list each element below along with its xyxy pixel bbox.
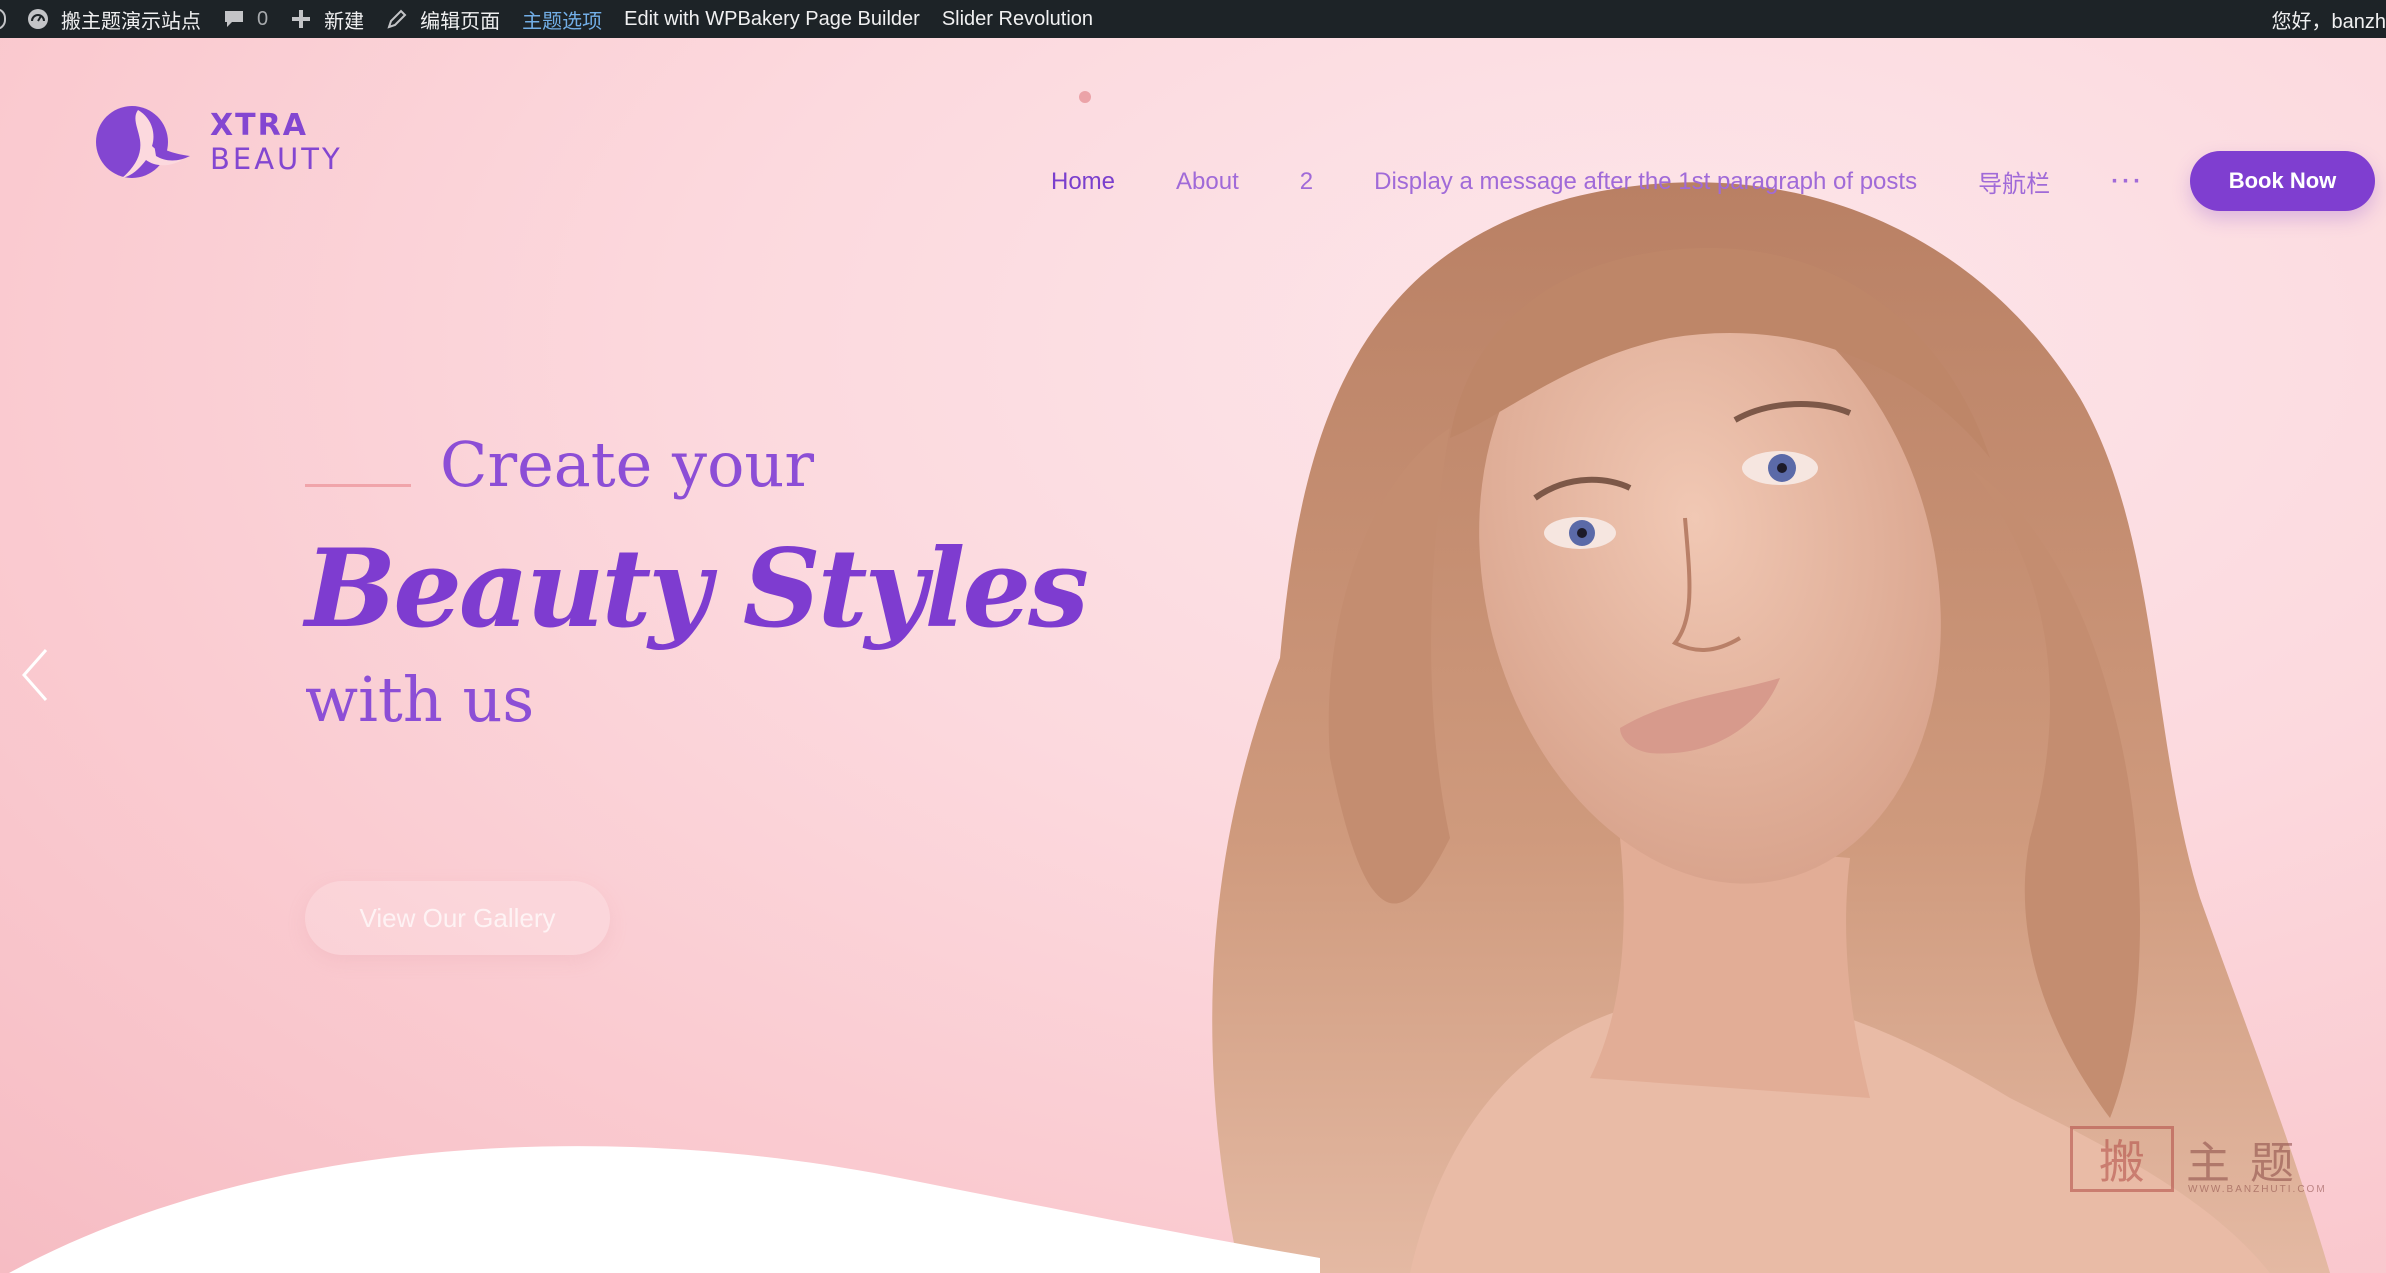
- main-navigation: Home About 2 Display a message after the…: [1051, 164, 2144, 199]
- nav-item-2[interactable]: 2: [1300, 168, 1313, 196]
- headline-accent-line: [305, 484, 411, 487]
- nav-active-dot: [1079, 91, 1091, 103]
- site-logo[interactable]: XTRA BEAUTY: [92, 100, 343, 184]
- admin-new[interactable]: 新建: [279, 0, 375, 38]
- pencil-icon: [386, 8, 408, 30]
- admin-edit-page[interactable]: 编辑页面: [375, 0, 511, 38]
- wpbakery-label: Edit with WPBakery Page Builder: [624, 7, 920, 30]
- nav-item-display-message[interactable]: Display a message after the 1st paragrap…: [1374, 168, 1917, 196]
- logo-wordmark: XTRA BEAUTY: [210, 107, 343, 176]
- dashboard-gauge-icon: [27, 8, 49, 30]
- wp-logo-icon[interactable]: [0, 8, 6, 30]
- comment-bubble-icon: [223, 8, 245, 30]
- hero-line-2: Beauty Styles: [305, 526, 1089, 652]
- watermark-char: 搬: [2070, 1126, 2174, 1192]
- woman-silhouette-logo-icon: [96, 106, 190, 178]
- watermark-url: WWW.BANZHUTI.COM: [2188, 1184, 2327, 1195]
- slider-prev-arrow-icon[interactable]: [18, 646, 54, 704]
- admin-wpbakery[interactable]: Edit with WPBakery Page Builder: [613, 0, 931, 38]
- view-gallery-button[interactable]: View Our Gallery: [305, 881, 610, 955]
- admin-comments[interactable]: 0: [212, 0, 279, 38]
- admin-account[interactable]: 您好，banzh: [2261, 0, 2386, 38]
- hero-slider: XTRA BEAUTY Home About 2 Display a messa…: [0, 38, 2386, 1273]
- hero-line-1: Create your: [440, 428, 814, 501]
- admin-site-name[interactable]: 搬主题演示站点: [16, 0, 212, 38]
- new-label: 新建: [324, 10, 365, 33]
- bottom-wave-shape: [9, 1146, 1320, 1273]
- nav-item-about[interactable]: About: [1176, 168, 1239, 196]
- book-now-button[interactable]: Book Now: [2190, 151, 2375, 211]
- site-name-label: 搬主题演示站点: [61, 10, 201, 33]
- logo-line-2: BEAUTY: [210, 141, 343, 176]
- greeting-label: 您好，banzh: [2271, 10, 2386, 33]
- edit-page-label: 编辑页面: [420, 10, 501, 33]
- logo-line-1: XTRA: [210, 107, 308, 143]
- hero-line-3: with us: [305, 663, 535, 736]
- admin-slider-revolution[interactable]: Slider Revolution: [931, 0, 1104, 38]
- comments-count: 0: [257, 7, 269, 30]
- admin-theme-options[interactable]: 主题选项: [511, 0, 613, 38]
- nav-more-icon[interactable]: ···: [2111, 168, 2144, 196]
- nav-item-navbar[interactable]: 导航栏: [1978, 164, 2050, 199]
- slider-revolution-label: Slider Revolution: [941, 7, 1094, 30]
- model-portrait-image: [1212, 182, 2330, 1273]
- theme-options-label: 主题选项: [522, 10, 603, 33]
- plus-icon: [290, 8, 312, 30]
- wp-admin-bar: 搬主题演示站点 0 新建 编辑页面 主题选项 Edit with WPBaker…: [0, 0, 2386, 38]
- watermark-logo: 搬 主题 WWW.BANZHUTI.COM: [2070, 1126, 2325, 1195]
- nav-item-home[interactable]: Home: [1051, 168, 1115, 196]
- watermark-text: 主题: [2186, 1138, 2314, 1189]
